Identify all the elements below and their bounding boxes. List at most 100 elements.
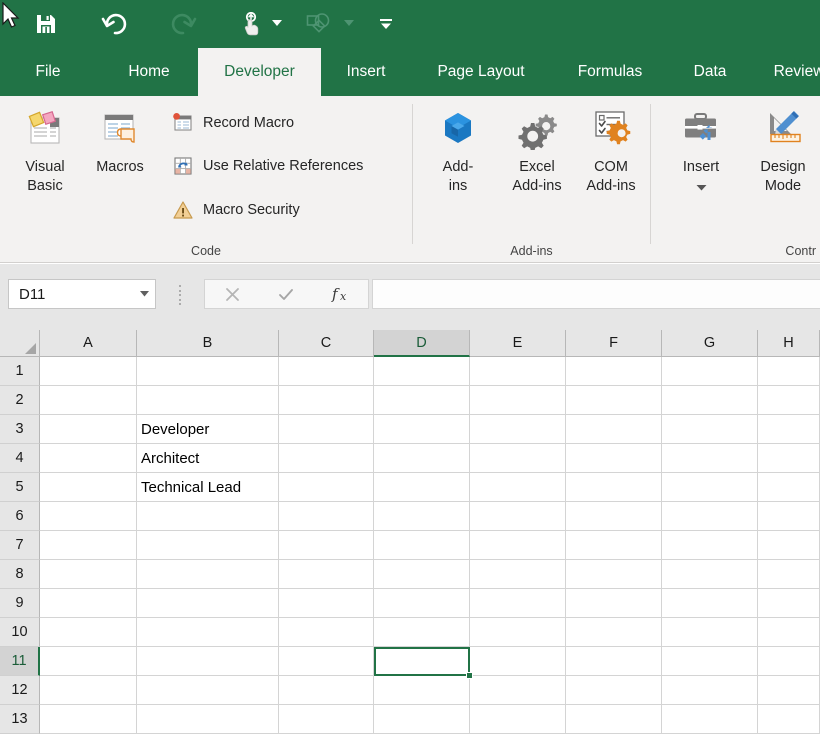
cell-g8[interactable] (662, 560, 758, 589)
cell-g4[interactable] (662, 444, 758, 473)
cell-a13[interactable] (40, 705, 137, 734)
column-header-d[interactable]: D (374, 330, 470, 357)
cell-g6[interactable] (662, 502, 758, 531)
use-relative-references-button[interactable]: Use Relative References (172, 155, 363, 177)
cell-f1[interactable] (566, 357, 662, 386)
cell-h12[interactable] (758, 676, 820, 705)
cell-e3[interactable] (470, 415, 566, 444)
cell-f8[interactable] (566, 560, 662, 589)
cell-b7[interactable] (137, 531, 279, 560)
cell-h1[interactable] (758, 357, 820, 386)
cell-g1[interactable] (662, 357, 758, 386)
cell-a10[interactable] (40, 618, 137, 647)
cell-c3[interactable] (279, 415, 374, 444)
cell-a12[interactable] (40, 676, 137, 705)
row-header-12[interactable]: 12 (0, 676, 40, 705)
addins-button[interactable]: Add- ins (427, 102, 489, 196)
tab-formulas[interactable]: Formulas (560, 48, 660, 96)
cell-f10[interactable] (566, 618, 662, 647)
macro-security-button[interactable]: Macro Security (172, 199, 300, 221)
cell-g13[interactable] (662, 705, 758, 734)
insert-function-icon[interactable]: f x (314, 280, 368, 308)
cell-e7[interactable] (470, 531, 566, 560)
cell-g2[interactable] (662, 386, 758, 415)
cell-a4[interactable] (40, 444, 137, 473)
insert-control-chevron-down-icon[interactable] (696, 178, 707, 196)
cell-c1[interactable] (279, 357, 374, 386)
cell-f5[interactable] (566, 473, 662, 502)
customize-shapes-icon[interactable] (303, 8, 335, 40)
row-header-1[interactable]: 1 (0, 357, 40, 386)
touch-mode-chevron-down-icon[interactable] (272, 20, 282, 30)
cell-d2[interactable] (374, 386, 470, 415)
more-options-icon[interactable] (370, 8, 402, 40)
cell-f9[interactable] (566, 589, 662, 618)
cell-d1[interactable] (374, 357, 470, 386)
cell-g9[interactable] (662, 589, 758, 618)
row-header-5[interactable]: 5 (0, 473, 40, 502)
fill-handle[interactable] (466, 672, 473, 679)
row-header-13[interactable]: 13 (0, 705, 40, 734)
cell-d7[interactable] (374, 531, 470, 560)
cell-e6[interactable] (470, 502, 566, 531)
cell-d10[interactable] (374, 618, 470, 647)
cell-e13[interactable] (470, 705, 566, 734)
cell-h10[interactable] (758, 618, 820, 647)
cell-f3[interactable] (566, 415, 662, 444)
tab-insert[interactable]: Insert (330, 48, 402, 96)
cell-f7[interactable] (566, 531, 662, 560)
cell-c4[interactable] (279, 444, 374, 473)
cell-c12[interactable] (279, 676, 374, 705)
cell-b10[interactable] (137, 618, 279, 647)
name-box-chevron-down-icon[interactable] (133, 291, 155, 297)
cell-h9[interactable] (758, 589, 820, 618)
cell-e4[interactable] (470, 444, 566, 473)
column-header-a[interactable]: A (40, 330, 137, 357)
cell-g11[interactable] (662, 647, 758, 676)
column-header-g[interactable]: G (662, 330, 758, 357)
select-all-corner[interactable] (0, 330, 40, 357)
cell-e9[interactable] (470, 589, 566, 618)
cell-e8[interactable] (470, 560, 566, 589)
cell-c8[interactable] (279, 560, 374, 589)
cell-a2[interactable] (40, 386, 137, 415)
cell-a7[interactable] (40, 531, 137, 560)
cell-b6[interactable] (137, 502, 279, 531)
tab-page-layout[interactable]: Page Layout (418, 48, 544, 96)
cell-f6[interactable] (566, 502, 662, 531)
tab-review[interactable]: Review (762, 48, 820, 96)
cell-g10[interactable] (662, 618, 758, 647)
cell-g5[interactable] (662, 473, 758, 502)
cancel-formula-icon[interactable] (205, 280, 259, 308)
customize-chevron-down-icon[interactable] (344, 20, 354, 30)
cell-h13[interactable] (758, 705, 820, 734)
cell-d13[interactable] (374, 705, 470, 734)
insert-control-button[interactable]: Insert (669, 102, 733, 196)
cell-h8[interactable] (758, 560, 820, 589)
cell-h2[interactable] (758, 386, 820, 415)
cell-b1[interactable] (137, 357, 279, 386)
cell-f13[interactable] (566, 705, 662, 734)
cell-e5[interactable] (470, 473, 566, 502)
cell-f4[interactable] (566, 444, 662, 473)
tab-data[interactable]: Data (676, 48, 744, 96)
cell-d8[interactable] (374, 560, 470, 589)
cell-f2[interactable] (566, 386, 662, 415)
cell-b5[interactable]: Technical Lead (137, 473, 279, 502)
tab-developer[interactable]: Developer (198, 48, 321, 96)
cell-a6[interactable] (40, 502, 137, 531)
enter-formula-icon[interactable] (259, 280, 313, 308)
undo-icon[interactable] (98, 8, 130, 40)
cell-a3[interactable] (40, 415, 137, 444)
row-header-6[interactable]: 6 (0, 502, 40, 531)
cell-a11[interactable] (40, 647, 137, 676)
cell-f11[interactable] (566, 647, 662, 676)
cell-a8[interactable] (40, 560, 137, 589)
cell-c10[interactable] (279, 618, 374, 647)
column-header-f[interactable]: F (566, 330, 662, 357)
cell-a9[interactable] (40, 589, 137, 618)
cell-d3[interactable] (374, 415, 470, 444)
cell-b3[interactable]: Developer (137, 415, 279, 444)
cell-c7[interactable] (279, 531, 374, 560)
cell-b9[interactable] (137, 589, 279, 618)
